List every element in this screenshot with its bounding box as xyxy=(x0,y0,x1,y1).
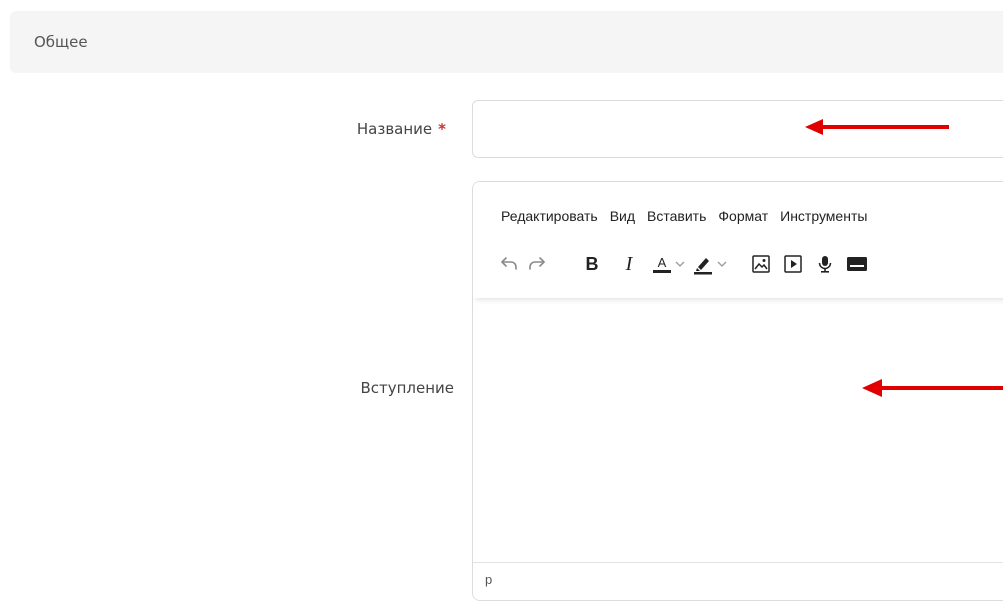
redo-icon[interactable] xyxy=(523,249,551,279)
highlight-icon[interactable] xyxy=(691,249,715,279)
name-label-text: Название xyxy=(356,120,433,138)
annotation-arrow-intro xyxy=(862,379,1003,397)
required-marker: * xyxy=(438,120,446,138)
annotation-arrow-name xyxy=(805,119,949,135)
editor-toolbar: B I A xyxy=(495,248,871,280)
section-title: Общее xyxy=(34,33,88,51)
image-icon[interactable] xyxy=(747,249,775,279)
chevron-down-icon[interactable] xyxy=(673,249,687,279)
editor-content-area[interactable] xyxy=(473,298,1003,562)
editor-header: Редактировать Вид Вставить Формат Инстру… xyxy=(473,182,1003,298)
bold-icon[interactable]: B xyxy=(575,249,609,279)
intro-label: Вступление xyxy=(360,379,454,397)
menu-edit[interactable]: Редактировать xyxy=(501,208,598,224)
menu-view[interactable]: Вид xyxy=(610,208,635,224)
card-icon[interactable] xyxy=(843,249,871,279)
undo-icon[interactable] xyxy=(495,249,523,279)
section-header: Общее xyxy=(10,11,1003,73)
italic-icon[interactable]: I xyxy=(615,249,643,279)
media-icon[interactable] xyxy=(779,249,807,279)
chevron-down-icon[interactable] xyxy=(715,249,729,279)
editor-status-bar: p xyxy=(473,562,1003,600)
text-color-icon[interactable]: A xyxy=(651,249,673,279)
menu-insert[interactable]: Вставить xyxy=(647,208,706,224)
microphone-icon[interactable] xyxy=(811,249,839,279)
editor-menubar: Редактировать Вид Вставить Формат Инстру… xyxy=(501,208,879,224)
element-path[interactable]: p xyxy=(485,572,492,587)
name-label: Название * xyxy=(246,120,446,138)
text-color-letter: A xyxy=(657,254,667,270)
menu-format[interactable]: Формат xyxy=(718,208,768,224)
text-color-bar xyxy=(653,269,671,273)
menu-tools[interactable]: Инструменты xyxy=(780,208,867,224)
